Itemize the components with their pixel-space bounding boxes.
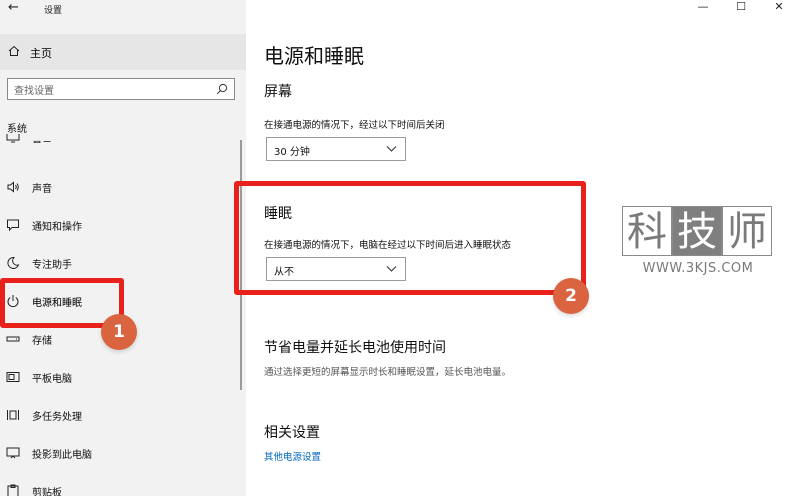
additional-power-settings-link[interactable]: 其他电源设置 — [264, 449, 321, 463]
search-icon[interactable] — [216, 83, 228, 95]
watermark-char: 科 — [622, 206, 672, 256]
search-input[interactable] — [8, 81, 198, 102]
sidebar-item-focus-assist[interactable]: 专注助手 — [0, 248, 246, 278]
sidebar-item-label: 通知和操作 — [32, 222, 82, 233]
maximize-button[interactable]: ☐ — [728, 0, 754, 18]
sidebar-item-display[interactable]: 显示 — [0, 134, 246, 156]
sidebar-item-label: 声音 — [32, 184, 52, 195]
clipboard-icon — [7, 484, 19, 496]
screen-description: 在接通电源的情况下，经过以下时间后关闭 — [264, 120, 445, 131]
section-label-system: 系统 — [7, 124, 27, 135]
search-box[interactable] — [7, 78, 235, 102]
sidebar-item-multitasking[interactable]: 多任务处理 — [0, 400, 246, 430]
sidebar-item-clipboard[interactable]: 剪贴板 — [0, 476, 246, 496]
watermark: 科 技 师 WWW.3KJS.COM — [622, 206, 774, 276]
title-bar-left: ← 设置 — [0, 0, 246, 18]
window-controls: — ☐ ✕ — [690, 0, 800, 18]
storage-icon — [6, 336, 20, 342]
step-badge-1: 1 — [101, 314, 137, 350]
multitask-icon — [7, 410, 19, 420]
projector-icon — [6, 447, 20, 459]
sidebar-item-tablet[interactable]: 平板电脑 — [0, 362, 246, 392]
moon-icon — [7, 256, 20, 269]
screen-timeout-dropdown[interactable]: 30 分钟 — [266, 137, 406, 161]
close-button[interactable]: ✕ — [766, 0, 792, 18]
step-badge-2: 2 — [553, 278, 589, 314]
related-settings-heading: 相关设置 — [264, 425, 320, 441]
watermark-char: 技 — [672, 206, 722, 256]
sidebar-item-label: 剪贴板 — [32, 488, 62, 496]
sidebar-item-home[interactable]: 主页 — [0, 34, 246, 70]
watermark-logo: 科 技 师 — [622, 206, 774, 256]
sidebar-item-label: 显示 — [32, 141, 52, 152]
battery-description: 通过选择更短的屏幕显示时长和睡眠设置，延长电池电量。 — [264, 367, 512, 378]
sidebar-item-label: 多任务处理 — [32, 412, 82, 423]
app-title: 设置 — [44, 6, 63, 16]
chevron-down-icon — [386, 146, 397, 152]
minimize-button[interactable]: — — [690, 0, 716, 18]
home-label: 主页 — [30, 47, 52, 60]
sidebar-item-notifications[interactable]: 通知和操作 — [0, 210, 246, 240]
watermark-char: 师 — [722, 206, 772, 256]
highlight-box-sleep — [234, 181, 586, 295]
sidebar-item-label: 存储 — [32, 336, 52, 347]
sidebar-item-project-to-pc[interactable]: 投影到此电脑 — [0, 438, 246, 468]
sidebar-item-sound[interactable]: 声音 — [0, 172, 246, 202]
notification-icon — [7, 219, 19, 232]
tablet-icon — [6, 372, 20, 382]
watermark-url: WWW.3KJS.COM — [642, 261, 754, 276]
page-title: 电源和睡眠 — [264, 44, 364, 68]
sidebar-item-label: 平板电脑 — [32, 374, 72, 385]
display-icon — [6, 134, 20, 143]
dropdown-value: 30 分钟 — [274, 147, 310, 158]
home-icon — [8, 45, 20, 56]
back-arrow-icon[interactable]: ← — [8, 0, 19, 15]
sidebar-item-label: 投影到此电脑 — [32, 450, 92, 461]
speaker-icon — [7, 181, 19, 193]
battery-heading: 节省电量并延长电池使用时间 — [264, 340, 446, 356]
sidebar-item-label: 专注助手 — [32, 260, 72, 271]
screen-heading: 屏幕 — [264, 84, 292, 100]
sidebar: ← 设置 主页 系统 显示 声音 通知和操 — [0, 0, 246, 496]
